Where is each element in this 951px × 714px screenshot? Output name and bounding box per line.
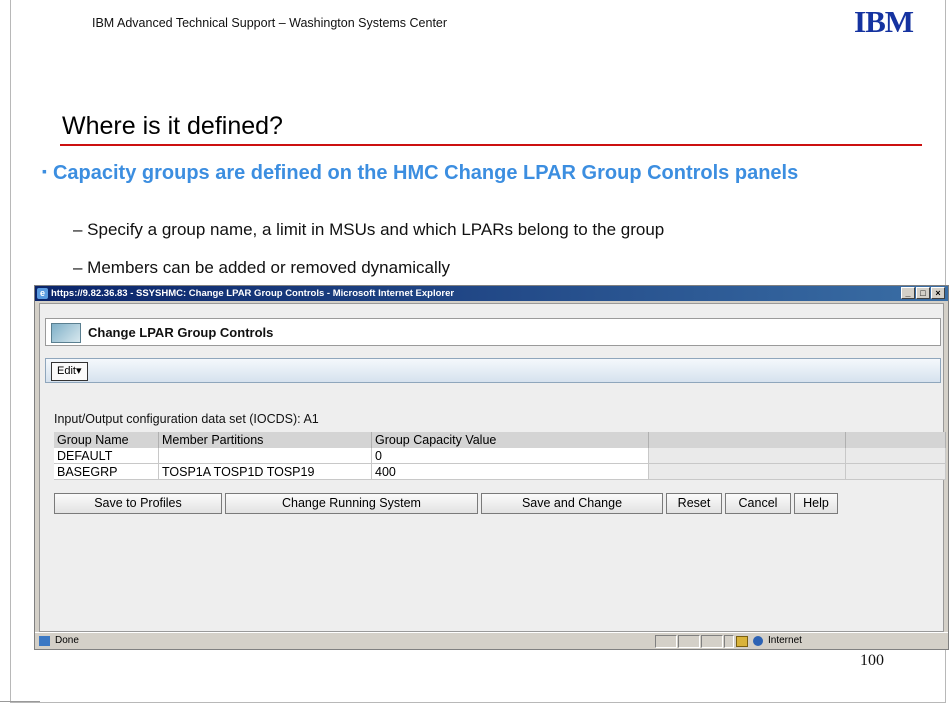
security-zone-label: Internet <box>768 635 802 646</box>
window-titlebar[interactable]: e https://9.82.36.83 - SSYSHMC: Change L… <box>35 286 948 301</box>
cell-empty <box>845 448 946 464</box>
minimize-icon[interactable]: _ <box>901 287 915 299</box>
main-bullet: ▪ Capacity groups are defined on the HMC … <box>42 157 922 187</box>
status-segment <box>701 635 723 648</box>
panel-title: Change LPAR Group Controls <box>88 325 274 340</box>
cancel-button[interactable]: Cancel <box>725 493 791 514</box>
group-table: Group Name Member Partitions Group Capac… <box>54 432 946 480</box>
ibm-logo: IBM <box>854 4 914 39</box>
cell-group-name[interactable]: DEFAULT <box>54 448 159 464</box>
close-icon[interactable]: × <box>931 287 945 299</box>
iocds-label: Input/Output configuration data set (IOC… <box>54 412 319 426</box>
cell-member-partitions[interactable]: TOSP1A TOSP1D TOSP19 <box>158 463 372 480</box>
col-empty-2 <box>845 432 946 448</box>
cell-empty <box>648 448 846 464</box>
table-header-row: Group Name Member Partitions Group Capac… <box>54 432 946 448</box>
window-controls: _ □ × <box>901 287 945 299</box>
ie-icon: e <box>37 288 48 299</box>
status-segment <box>655 635 677 648</box>
col-empty-1 <box>648 432 846 448</box>
bullet-marker-icon: ▪ <box>42 163 47 179</box>
cell-empty <box>648 463 846 480</box>
status-segment <box>678 635 700 648</box>
help-button[interactable]: Help <box>794 493 838 514</box>
table-row[interactable]: BASEGRP TOSP1A TOSP1D TOSP19 400 <box>54 463 946 480</box>
change-running-system-button[interactable]: Change Running System <box>225 493 478 514</box>
window-title: https://9.82.36.83 - SSYSHMC: Change LPA… <box>51 288 455 299</box>
cell-member-partitions[interactable] <box>158 448 372 464</box>
maximize-icon[interactable]: □ <box>916 287 930 299</box>
col-group-capacity[interactable]: Group Capacity Value <box>371 432 649 448</box>
col-group-name[interactable]: Group Name <box>54 432 159 448</box>
internet-zone-icon <box>753 636 763 646</box>
title-divider <box>60 144 922 146</box>
chevron-down-icon: ▾ <box>75 365 82 377</box>
slide-title: Where is it defined? <box>62 112 283 140</box>
status-bar: Done Internet <box>35 632 948 649</box>
slide-header: IBM Advanced Technical Support – Washing… <box>92 16 448 30</box>
cell-empty <box>845 463 946 480</box>
main-bullet-text: Capacity groups are defined on the HMC C… <box>52 162 799 184</box>
edit-menu-button[interactable]: Edit▾ <box>51 362 88 381</box>
cell-group-capacity[interactable]: 400 <box>371 463 649 480</box>
cell-group-capacity[interactable]: 0 <box>371 448 649 464</box>
corner-mark <box>0 701 40 714</box>
table-row[interactable]: DEFAULT 0 <box>54 448 946 464</box>
page-content: Change LPAR Group Controls Edit▾ Input/O… <box>39 303 946 632</box>
save-and-change-button[interactable]: Save and Change <box>481 493 663 514</box>
cell-group-name[interactable]: BASEGRP <box>54 463 159 480</box>
panel-header: Change LPAR Group Controls <box>45 318 941 346</box>
action-buttons: Save to Profiles Change Running System S… <box>54 493 838 514</box>
col-member-partitions[interactable]: Member Partitions <box>158 432 372 448</box>
save-to-profiles-button[interactable]: Save to Profiles <box>54 493 222 514</box>
status-segment <box>724 635 734 648</box>
lpar-group-icon <box>51 323 81 343</box>
sub-bullet-1: – Specify a group name, a limit in MSUs … <box>73 220 665 239</box>
edit-menu-label: Edit <box>57 365 76 377</box>
lock-icon <box>736 636 748 647</box>
page-number: 100 <box>860 652 884 669</box>
sub-bullet-2: – Members can be added or removed dynami… <box>73 258 451 277</box>
menu-bar: Edit▾ <box>45 358 941 383</box>
browser-window: e https://9.82.36.83 - SSYSHMC: Change L… <box>34 285 949 650</box>
status-text: Done <box>55 635 79 646</box>
page-done-icon <box>39 636 50 646</box>
reset-button[interactable]: Reset <box>666 493 722 514</box>
